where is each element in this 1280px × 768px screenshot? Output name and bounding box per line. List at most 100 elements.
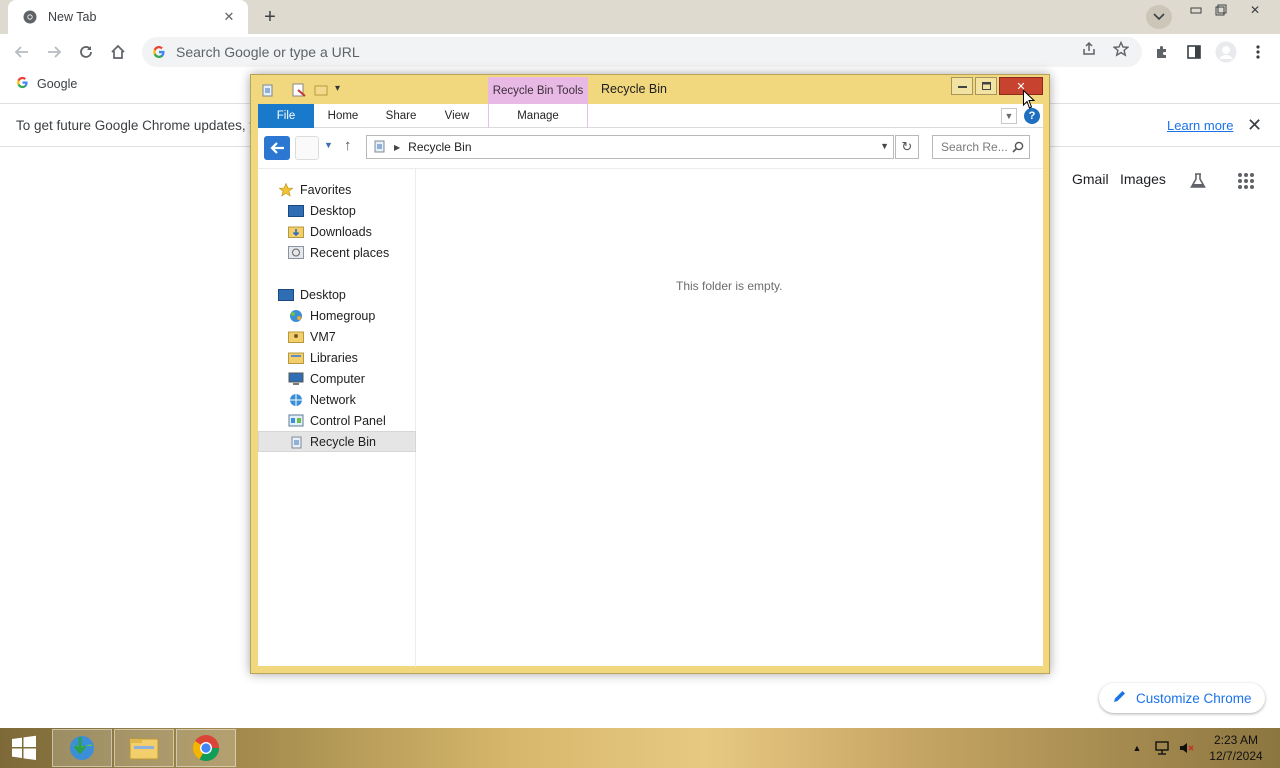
nav-label-fav-recent-places: Recent places bbox=[310, 245, 390, 260]
search-box[interactable]: Search Re... bbox=[932, 135, 1030, 159]
bookmark-google[interactable]: Google bbox=[37, 77, 77, 91]
ribbon-tabs: File Home Share View Manage ▼ ? bbox=[258, 104, 1043, 128]
share-icon[interactable] bbox=[1078, 38, 1100, 60]
tab-search-chevron-icon[interactable] bbox=[1146, 5, 1172, 29]
ribbon-tab-file[interactable]: File bbox=[258, 104, 314, 128]
explorer-maximize-icon[interactable] bbox=[975, 77, 997, 95]
chrome-tabstrip: New Tab ✕ + ✕ bbox=[0, 0, 1280, 34]
ribbon-tab-home[interactable]: Home bbox=[322, 104, 364, 128]
nav-label-control-panel: Control Panel bbox=[310, 413, 386, 428]
tab-close-icon[interactable]: ✕ bbox=[220, 8, 238, 26]
show-hidden-icons-chevron-icon[interactable]: ▲ bbox=[1130, 728, 1144, 768]
homegroup-icon bbox=[288, 309, 304, 323]
nav-vm7[interactable]: VM7 bbox=[258, 326, 416, 347]
profile-avatar-icon[interactable] bbox=[1214, 40, 1238, 64]
recycle-bin-tools-tab[interactable]: Recycle Bin Tools bbox=[488, 77, 588, 105]
star-icon bbox=[278, 182, 294, 197]
labs-flask-icon[interactable] bbox=[1186, 169, 1210, 193]
new-folder-icon[interactable] bbox=[314, 83, 328, 97]
chrome-close-icon[interactable]: ✕ bbox=[1240, 2, 1270, 18]
google-g-icon bbox=[153, 46, 165, 58]
user-folder-icon bbox=[288, 330, 304, 344]
ribbon-tab-view[interactable]: View bbox=[437, 104, 477, 128]
tab-new-tab[interactable]: New Tab ✕ bbox=[8, 0, 248, 34]
explorer-minimize-icon[interactable] bbox=[951, 77, 973, 95]
google-bookmark-icon bbox=[16, 76, 29, 92]
side-panel-icon[interactable] bbox=[1182, 40, 1206, 64]
nav-control-panel[interactable]: Control Panel bbox=[258, 410, 416, 431]
omnibox[interactable]: Search Google or type a URL bbox=[142, 37, 1142, 67]
ribbon-tab-share[interactable]: Share bbox=[380, 104, 422, 128]
reload-icon[interactable] bbox=[74, 40, 98, 64]
ribbon-tab-manage[interactable]: Manage bbox=[488, 104, 588, 128]
nav-back-arrow-icon[interactable] bbox=[264, 136, 290, 160]
nav-fav-downloads[interactable]: Downloads bbox=[258, 221, 416, 242]
breadcrumb-separator-icon[interactable]: ▶ bbox=[394, 143, 400, 152]
recycle-bin-icon bbox=[288, 435, 304, 449]
address-path[interactable]: Recycle Bin bbox=[408, 140, 471, 154]
customize-chrome-label: Customize Chrome bbox=[1136, 690, 1252, 706]
ribbon-expand-chevron-icon[interactable]: ▼ bbox=[1001, 108, 1017, 124]
qat-customize-dropdown-icon[interactable]: ▾ bbox=[335, 83, 349, 97]
chrome-toolbar: Search Google or type a URL bbox=[0, 34, 1280, 70]
search-icon bbox=[1012, 141, 1024, 156]
infobar-text: To get future Google Chrome updates, yo bbox=[16, 117, 264, 133]
nav-fav-desktop[interactable]: Desktop bbox=[258, 200, 416, 221]
window-title: Recycle Bin bbox=[601, 82, 667, 96]
nav-label-homegroup: Homegroup bbox=[310, 308, 376, 323]
chrome-restore-icon[interactable] bbox=[1206, 2, 1236, 18]
explorer-close-icon[interactable]: ✕ bbox=[999, 77, 1043, 95]
infobar-close-icon[interactable]: ✕ bbox=[1247, 115, 1262, 136]
new-tab-button[interactable]: + bbox=[256, 4, 284, 30]
address-bar[interactable]: ▶ Recycle Bin ▼ bbox=[366, 135, 894, 159]
forward-arrow-icon[interactable] bbox=[42, 40, 66, 64]
nav-recycle-bin[interactable]: Recycle Bin bbox=[258, 431, 416, 452]
bookmark-star-icon[interactable] bbox=[1110, 38, 1132, 60]
explorer-window: ▾ Recycle Bin Tools Recycle Bin ✕ File H… bbox=[250, 74, 1050, 674]
google-apps-grid-icon[interactable] bbox=[1234, 169, 1258, 193]
recycle-bin-small-icon bbox=[261, 83, 275, 97]
recent-locations-dropdown-icon[interactable]: ▼ bbox=[324, 140, 333, 150]
home-icon[interactable] bbox=[106, 40, 130, 64]
taskbar-file-explorer-icon[interactable] bbox=[114, 729, 174, 767]
back-arrow-icon[interactable] bbox=[10, 40, 34, 64]
taskbar-internet-download-manager-icon[interactable] bbox=[52, 729, 112, 767]
nav-up-arrow-icon[interactable]: ↑ bbox=[344, 137, 352, 154]
extensions-puzzle-icon[interactable] bbox=[1150, 40, 1174, 64]
gmail-link[interactable]: Gmail bbox=[1072, 171, 1109, 187]
properties-icon[interactable] bbox=[292, 83, 306, 97]
volume-muted-icon[interactable] bbox=[1177, 728, 1197, 768]
nav-fav-recent-places[interactable]: Recent places bbox=[258, 242, 416, 263]
nav-desktop-root[interactable]: Desktop bbox=[258, 284, 416, 305]
nav-label-computer: Computer bbox=[310, 371, 365, 386]
address-dropdown-icon[interactable]: ▼ bbox=[880, 141, 889, 151]
nav-label-fav-downloads: Downloads bbox=[310, 224, 372, 239]
nav-libraries[interactable]: Libraries bbox=[258, 347, 416, 368]
desktop-root-icon bbox=[278, 288, 294, 302]
empty-folder-message: This folder is empty. bbox=[676, 279, 783, 293]
chrome-menu-kebab-icon[interactable] bbox=[1246, 40, 1270, 64]
customize-chrome-button[interactable]: Customize Chrome bbox=[1099, 683, 1265, 713]
start-button-windows-icon[interactable] bbox=[0, 728, 48, 768]
address-recycle-bin-icon bbox=[373, 139, 386, 156]
nav-favorites[interactable]: Favorites bbox=[258, 179, 416, 200]
mouse-cursor-icon bbox=[1023, 89, 1036, 110]
network-status-icon[interactable] bbox=[1152, 728, 1172, 768]
nav-computer[interactable]: Computer bbox=[258, 368, 416, 389]
nav-label-desktop-root: Desktop bbox=[300, 287, 346, 302]
content-area: Favorites Desktop Downloads Recent place… bbox=[258, 168, 1043, 667]
refresh-icon[interactable]: ↻ bbox=[895, 135, 919, 159]
nav-forward-arrow-icon[interactable] bbox=[295, 136, 319, 160]
learn-more-link[interactable]: Learn more bbox=[1167, 118, 1233, 133]
images-link[interactable]: Images bbox=[1120, 171, 1166, 187]
help-icon[interactable]: ? bbox=[1024, 108, 1040, 124]
nav-network[interactable]: Network bbox=[258, 389, 416, 410]
chrome-favicon-icon bbox=[22, 9, 38, 25]
network-icon bbox=[288, 393, 304, 407]
taskbar-chrome-icon[interactable] bbox=[176, 729, 236, 767]
libraries-icon bbox=[288, 351, 304, 365]
desktop-icon bbox=[288, 204, 304, 218]
nav-homegroup[interactable]: Homegroup bbox=[258, 305, 416, 326]
system-clock[interactable]: 2:23 AM 12/7/2024 bbox=[1200, 732, 1272, 764]
nav-label-fav-desktop: Desktop bbox=[310, 203, 356, 218]
